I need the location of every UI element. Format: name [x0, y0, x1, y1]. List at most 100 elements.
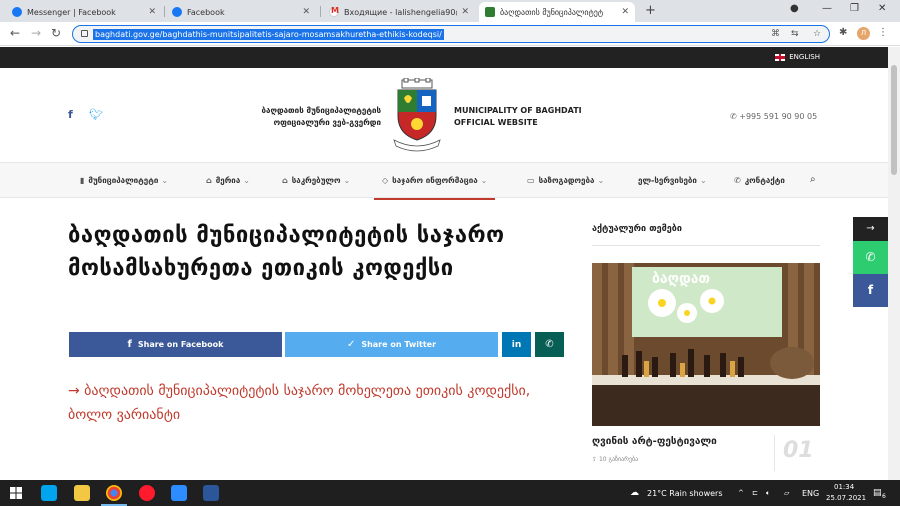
site-header: f 🐦︎ ბაღდათის მუნიციპალიტეტის ოფიციალური…	[0, 68, 888, 162]
share-whatsapp-button[interactable]: ✆	[535, 332, 564, 357]
linkedin-icon: in	[511, 339, 522, 350]
minimize-icon[interactable]: —	[822, 3, 832, 14]
tab-municipality[interactable]: ბაღდათის მუნიციპალიტეტ ✕	[479, 2, 635, 22]
tab-search-icon[interactable]: ●	[790, 3, 799, 14]
floating-arrow-button[interactable]: →	[853, 217, 888, 241]
translate-icon[interactable]: ⇆	[791, 29, 799, 39]
close-icon[interactable]: ✕	[302, 7, 310, 17]
clock-time[interactable]: 01:34	[834, 483, 854, 491]
file-explorer-icon[interactable]	[74, 485, 90, 501]
chevron-down-icon: ⌄	[343, 176, 351, 185]
uk-flag-icon	[775, 53, 786, 61]
profile-avatar[interactable]: Л	[857, 27, 870, 40]
brand-en-line2: OFFICIAL WEBSITE	[454, 118, 538, 127]
page-scrollbar[interactable]	[888, 47, 900, 480]
close-window-icon[interactable]: ✕	[878, 3, 886, 14]
wine-festival-photo[interactable]: ბაღდათ	[592, 263, 820, 426]
reload-icon[interactable]: ↻	[51, 26, 61, 40]
topic-meta: ⇪ 10 გაზიარება	[592, 456, 638, 463]
nav-label: საკრებულო	[291, 176, 341, 185]
maximize-icon[interactable]: ❐	[850, 3, 859, 14]
floating-facebook-button[interactable]: f	[853, 274, 888, 307]
menu-dots-icon[interactable]: ⋮	[878, 27, 888, 38]
nav-label: საჯარო ინფორმაცია	[392, 176, 478, 185]
volume-icon[interactable]: 🔈︎	[766, 489, 770, 498]
nav-public-information[interactable]: ◇ საჯარო ინფორმაცია ⌄	[373, 176, 496, 200]
input-language[interactable]: ENG	[802, 489, 819, 498]
word-icon[interactable]	[203, 485, 219, 501]
new-tab-button[interactable]: +	[645, 3, 656, 18]
address-bar[interactable]: baghdati.gov.ge/baghdathis-munitsipalite…	[72, 25, 830, 43]
forward-icon[interactable]: →	[31, 26, 41, 40]
tab-label: ბაღდათის მუნიციპალიტეტ	[500, 7, 604, 17]
brand-english[interactable]: MUNICIPALITY OF BAGHDATI OFFICIAL WEBSIT…	[454, 105, 582, 129]
tab-gmail[interactable]: Входящие - lalishengelia90@gm ✕	[323, 2, 475, 22]
tab-facebook[interactable]: Facebook ✕	[166, 2, 316, 22]
phone-icon: ✆	[730, 112, 740, 121]
ethics-code-document-link[interactable]: → ბაღდათის მუნიციპალიტეტის საჯარო მოხელე…	[68, 379, 568, 427]
nav-municipality[interactable]: ▮ მუნიციპალიტეტი ⌄	[80, 176, 168, 185]
facebook-icon	[12, 7, 22, 17]
lock-icon[interactable]	[81, 30, 88, 37]
scrollbar-thumb[interactable]	[891, 65, 897, 175]
nav-label: ელ-სერვისები	[638, 176, 697, 185]
phone-icon: ✆	[734, 176, 741, 185]
flag-icon: ▮	[80, 176, 85, 185]
header-phone[interactable]: ✆ +995 591 90 90 05	[730, 112, 817, 121]
twitter-icon[interactable]: 🐦︎	[89, 108, 103, 121]
nav-society[interactable]: ▭ საზოგადოება ⌄	[527, 176, 604, 185]
whatsapp-icon: ✆	[545, 339, 554, 350]
bookmark-star-icon[interactable]: ☆	[813, 29, 821, 39]
clock-date[interactable]: 25.07.2021	[826, 494, 866, 502]
skype-icon[interactable]	[41, 485, 57, 501]
windows-start-icon[interactable]	[10, 487, 22, 499]
share-facebook-button[interactable]: f Share on Facebook	[69, 332, 282, 357]
sidebar-heading: აქტუალური თემები	[592, 224, 682, 234]
address-toolbar: ← → ↻ baghdati.gov.ge/baghdathis-munitsi…	[0, 22, 900, 46]
nav-label: მუნიციპალიტეტი	[88, 176, 159, 185]
brand-ka-line1: ბაღდათის მუნიციპალიტეტის	[261, 106, 382, 115]
brand-en-line1: MUNICIPALITY OF BAGHDATI	[454, 106, 582, 115]
facebook-icon[interactable]: f	[68, 108, 73, 121]
tab-label: Facebook	[187, 7, 225, 17]
back-icon[interactable]: ←	[10, 26, 20, 40]
language-label: ENGLISH	[789, 53, 820, 61]
search-icon[interactable]: ⌕	[810, 174, 816, 185]
web-page: ENGLISH f 🐦︎ ბაღდათის მუნიციპალიტეტის ოფ…	[0, 47, 888, 480]
url-text[interactable]: baghdati.gov.ge/baghdathis-munitsipalite…	[93, 29, 444, 40]
language-switch[interactable]: ENGLISH	[775, 53, 820, 61]
share-linkedin-button[interactable]: in	[502, 332, 531, 357]
close-icon[interactable]: ✕	[461, 7, 469, 17]
close-icon[interactable]: ✕	[148, 7, 156, 17]
network-icon[interactable]: ▱	[784, 489, 789, 497]
nav-council[interactable]: ⌂ საკრებულო ⌄	[282, 176, 350, 185]
topic-title[interactable]: ღვინის არტ-ფესტივალი	[592, 436, 717, 447]
brand-georgian[interactable]: ბაღდათის მუნიციპალიტეტის ოფიციალური ვებ-…	[200, 105, 382, 129]
chevron-down-icon: ⌄	[480, 176, 488, 185]
nav-label: მერია	[215, 176, 241, 185]
tab-messenger[interactable]: Messenger | Facebook ✕	[6, 2, 162, 22]
browser-tab-strip: Messenger | Facebook ✕ Facebook ✕ Входящ…	[0, 0, 900, 22]
info-icon: ◇	[382, 176, 389, 185]
nav-contact[interactable]: ✆ კონტაქტი	[734, 176, 785, 185]
monitor-icon: ▭	[527, 176, 535, 185]
topic-number: 01	[783, 438, 814, 463]
extensions-icon[interactable]: ✱	[839, 27, 847, 38]
nav-city-hall[interactable]: ⌂ მერია ⌄	[206, 176, 250, 185]
share-facebook-label: Share on Facebook	[137, 340, 224, 349]
nav-e-services[interactable]: ელ-სერვისები ⌄	[638, 176, 707, 185]
share-twitter-button[interactable]: ✓ Share on Twitter	[285, 332, 498, 357]
chevron-up-icon[interactable]: ^	[738, 489, 744, 497]
opera-icon[interactable]	[139, 485, 155, 501]
weather-text[interactable]: 21°C Rain showers	[647, 489, 722, 498]
nav-label: საზოგადოება	[538, 176, 595, 185]
zoom-icon[interactable]	[171, 485, 187, 501]
brand-ka-line2: ოფიციალური ვებ-გვერდი	[273, 118, 381, 127]
chrome-icon[interactable]	[106, 485, 122, 501]
municipality-coat-of-arms-logo[interactable]	[390, 78, 444, 152]
usb-icon[interactable]: ⊏	[752, 489, 758, 497]
floating-call-button[interactable]: ✆	[853, 241, 888, 274]
close-icon[interactable]: ✕	[621, 7, 629, 17]
screenshot-icon[interactable]: ⌘	[771, 29, 780, 39]
notification-icon[interactable]: ▤	[873, 488, 882, 498]
